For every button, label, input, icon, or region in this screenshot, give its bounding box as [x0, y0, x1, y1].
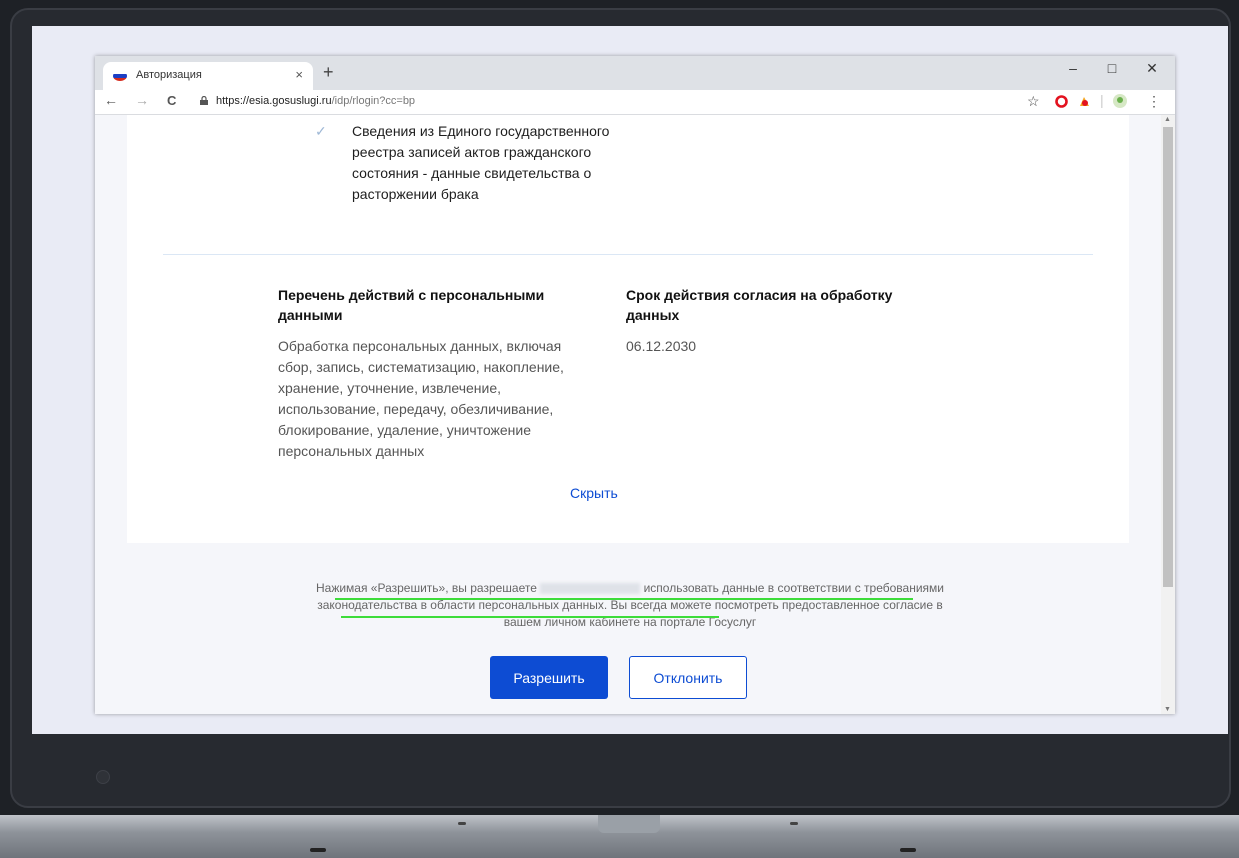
term-value: 06.12.2030 [626, 338, 697, 354]
minimize-button[interactable]: – [1058, 60, 1088, 76]
russia-flag-icon [113, 71, 127, 81]
new-tab-button[interactable]: + [323, 62, 334, 83]
lock-icon [200, 96, 208, 105]
blurred-service-name [540, 583, 641, 595]
term-title: Срок действия согласия на обработку данн… [626, 287, 893, 323]
hide-link[interactable]: Скрыть [570, 485, 618, 501]
browser-window: Авторизация × + – □ ✕ ← → C https://esia… [95, 56, 1175, 714]
consent-item-text: Сведения из Единого государственного рее… [352, 123, 610, 202]
consent-card: ✓ Сведения из Единого государственного р… [127, 115, 1129, 543]
back-icon[interactable]: ← [104, 92, 118, 108]
close-window-button[interactable]: ✕ [1137, 60, 1167, 77]
deny-button[interactable]: Отклонить [629, 656, 747, 699]
url-host: https://esia.gosuslugi.ru [216, 95, 332, 107]
highlight-underline [335, 598, 913, 600]
maximize-button[interactable]: □ [1097, 60, 1127, 76]
laptop-notch [598, 815, 660, 833]
allow-button[interactable]: Разрешить [490, 656, 608, 699]
base-dot [458, 822, 466, 825]
highlight-underline [341, 616, 719, 618]
notice-part1: Нажимая «Разрешить», вы разрешаете [315, 581, 537, 595]
actions-title: Перечень действий с персональными данным… [278, 287, 545, 323]
scroll-up-icon[interactable]: ▲ [1164, 116, 1171, 123]
laptop-foot [900, 848, 916, 852]
tab-bar: Авторизация × + – □ ✕ [95, 56, 1175, 90]
scroll-thumb[interactable] [1163, 127, 1173, 587]
actions-text: Обработка персональных данных, включая с… [278, 338, 564, 459]
menu-icon[interactable]: ⋮ [1147, 93, 1161, 110]
check-icon: ✓ [315, 123, 327, 139]
laptop-foot [310, 848, 326, 852]
bookmark-star-icon[interactable]: ☆ [1027, 93, 1040, 110]
webcam [96, 770, 110, 784]
page-content: ✓ Сведения из Единого государственного р… [95, 115, 1161, 714]
forward-icon[interactable]: → [135, 92, 149, 108]
opera-icon[interactable] [1055, 95, 1068, 108]
divider [163, 254, 1093, 255]
url-path: /idp/rlogin?cc=bp [331, 95, 416, 107]
scrollbar[interactable]: ▲ ▼ [1161, 115, 1175, 714]
toolbar-separator: | [1100, 92, 1104, 108]
reload-icon[interactable]: C [167, 93, 176, 108]
base-dot [790, 822, 798, 825]
tab-authorization[interactable]: Авторизация × [103, 62, 313, 90]
address-bar[interactable]: https://esia.gosuslugi.ru/idp/rlogin?cc=… [216, 95, 415, 107]
address-toolbar: ← → C https://esia.gosuslugi.ru/idp/rlog… [95, 90, 1175, 115]
extension-icon[interactable] [1078, 95, 1091, 108]
tab-title: Авторизация [136, 69, 202, 81]
profile-avatar-icon[interactable] [1113, 94, 1127, 108]
tab-close-icon[interactable]: × [295, 67, 303, 82]
consent-notice: Нажимая «Разрешить», вы разрешаете испол… [310, 580, 950, 631]
scroll-down-icon[interactable]: ▼ [1164, 706, 1171, 713]
